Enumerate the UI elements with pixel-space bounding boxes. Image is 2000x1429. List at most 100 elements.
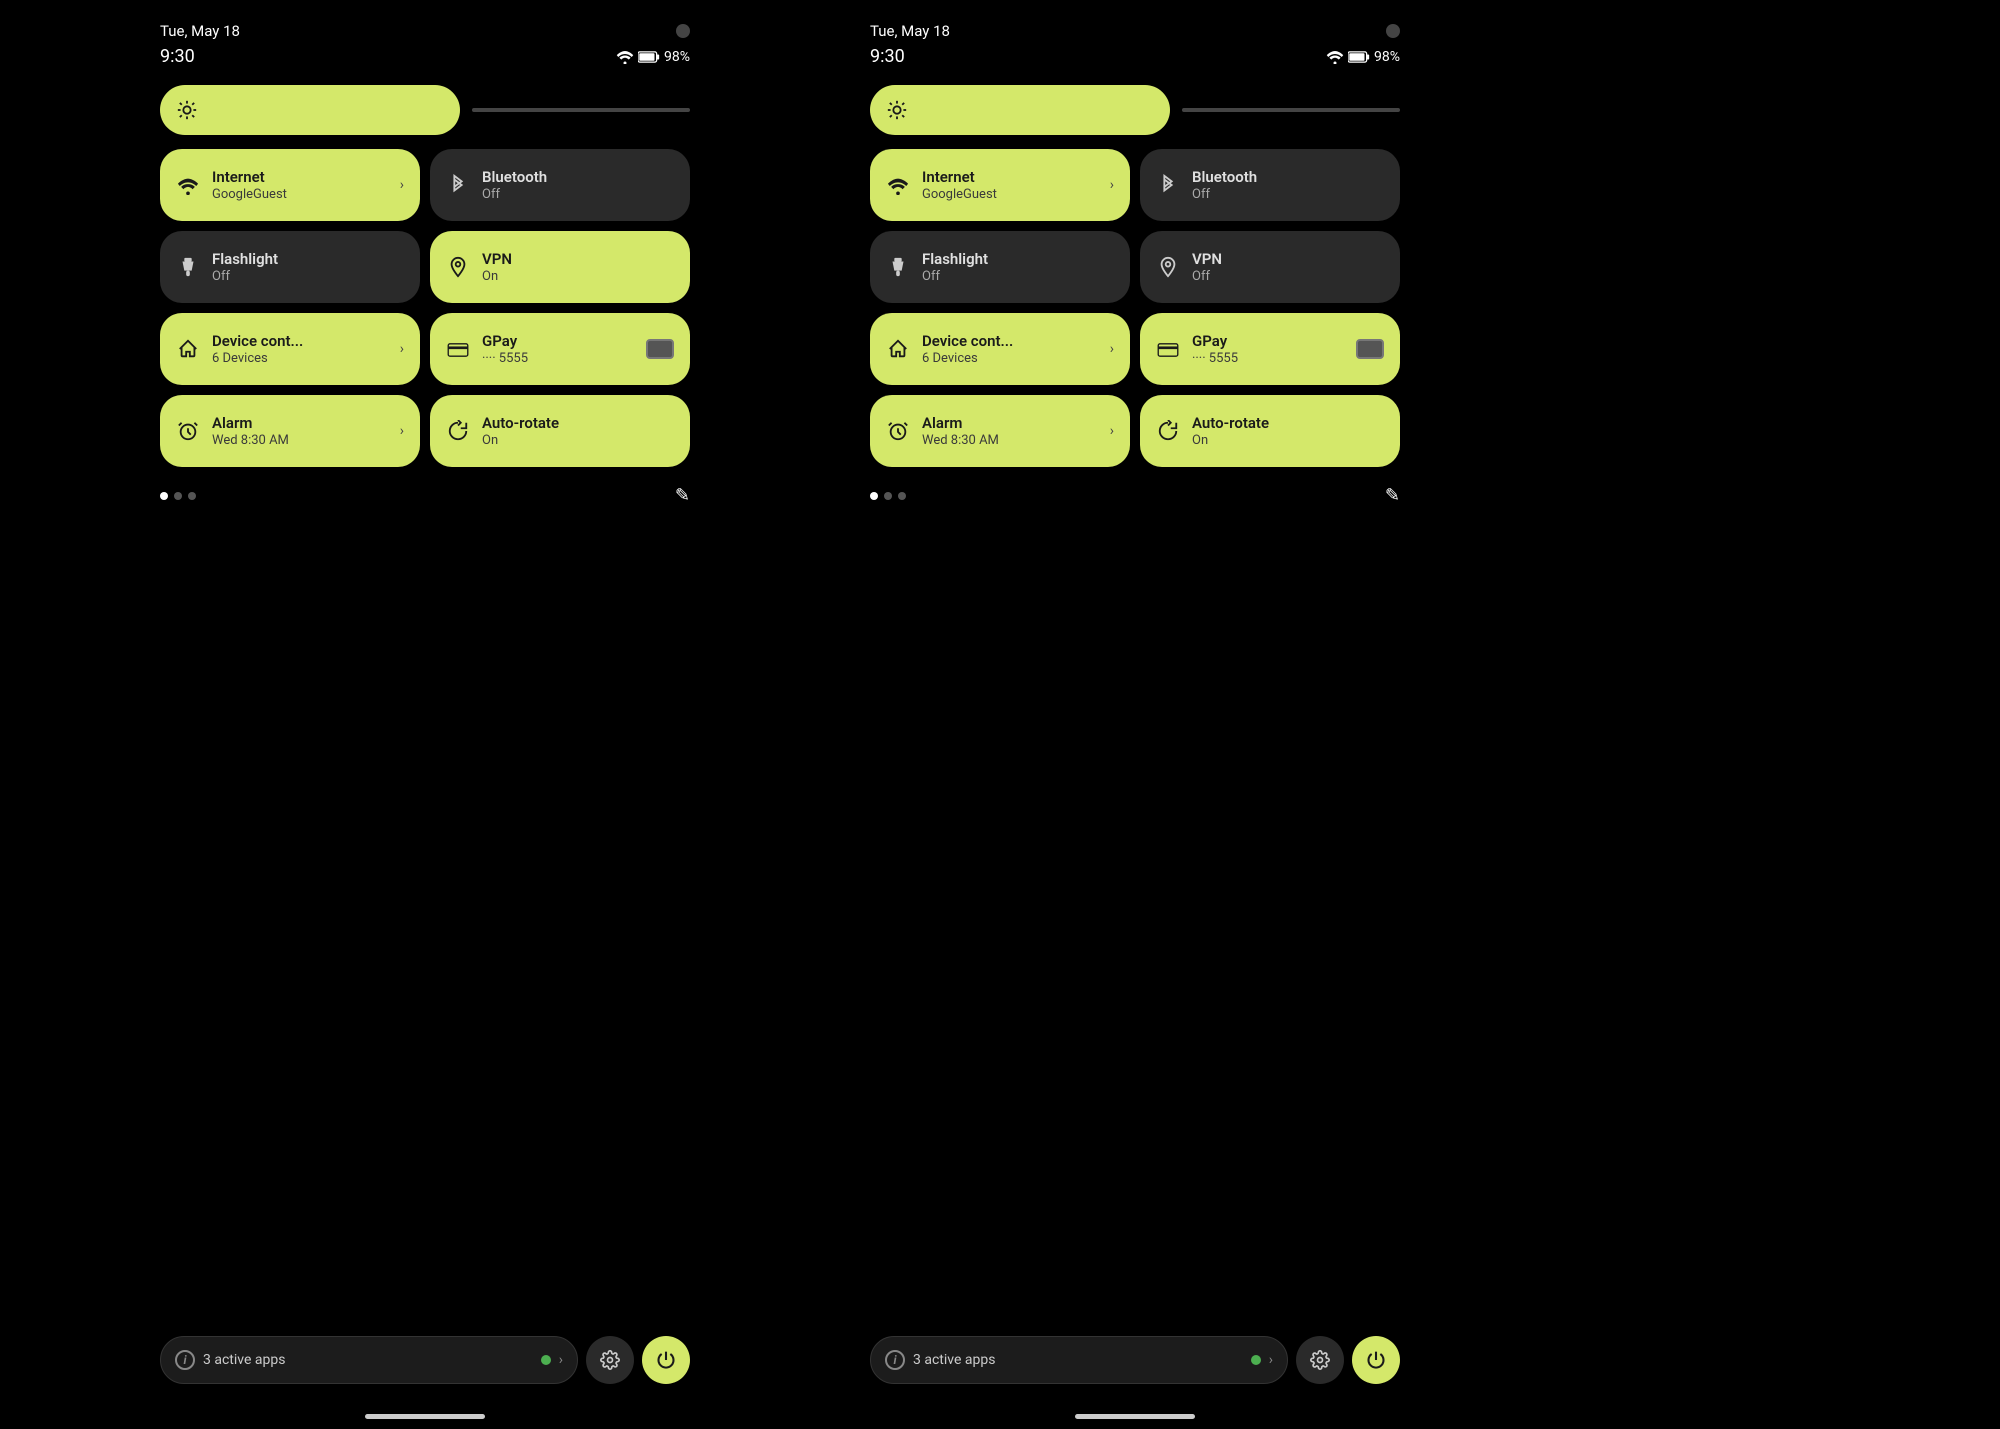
tile-text: GPay ···· 5555 [1192, 332, 1344, 366]
alarm-tile-icon [176, 420, 200, 442]
tile-internet[interactable]: Internet GoogleGuest › [870, 149, 1130, 221]
home-indicator[interactable] [365, 1414, 485, 1419]
dot-1 [870, 492, 878, 500]
tile-text: VPN On [482, 250, 674, 284]
settings-button[interactable] [1296, 1336, 1344, 1384]
tile-internet[interactable]: Internet GoogleGuest › [160, 149, 420, 221]
tile-subtitle: On [482, 433, 674, 448]
pagination-row: ✎ [160, 477, 690, 524]
tile-vpn[interactable]: VPN On [430, 231, 690, 303]
status-time: 9:30 [160, 46, 195, 67]
tile-device-control[interactable]: Device cont... 6 Devices › [160, 313, 420, 385]
brightness-slider[interactable] [1182, 108, 1400, 112]
tile-text: Device cont... 6 Devices [212, 332, 388, 366]
alarm-tile-icon [886, 420, 910, 442]
home-tile-icon [886, 338, 910, 360]
battery-percent: 98% [664, 49, 690, 65]
active-apps-green-dot [1251, 1355, 1261, 1365]
battery-icon [1348, 51, 1370, 63]
brightness-icon [886, 99, 908, 121]
gpay-tile-icon [446, 339, 470, 360]
tile-subtitle: 6 Devices [922, 351, 1098, 366]
info-icon: i [885, 1350, 905, 1370]
tile-device-control[interactable]: Device cont... 6 Devices › [870, 313, 1130, 385]
tile-text: VPN Off [1192, 250, 1384, 284]
tile-subtitle: GoogleGuest [922, 187, 1098, 202]
camera-indicator [1386, 24, 1400, 38]
active-apps-pill[interactable]: i 3 active apps › [870, 1336, 1288, 1384]
home-indicator[interactable] [1075, 1414, 1195, 1419]
tile-vpn[interactable]: VPN Off [1140, 231, 1400, 303]
tile-subtitle: ···· 5555 [482, 351, 634, 366]
tile-autorotate[interactable]: Auto-rotate On [1140, 395, 1400, 467]
power-button[interactable] [1352, 1336, 1400, 1384]
tile-gpay[interactable]: GPay ···· 5555 [1140, 313, 1400, 385]
pagination-dots [160, 492, 196, 500]
status-icons: 98% [616, 49, 690, 65]
battery-icon [638, 51, 660, 63]
brightness-pill[interactable] [160, 85, 460, 135]
tile-title: Alarm [212, 414, 388, 432]
tile-subtitle: Off [1192, 187, 1384, 202]
tile-title: Internet [922, 168, 1098, 186]
tile-text: Bluetooth Off [482, 168, 674, 202]
tile-alarm[interactable]: Alarm Wed 8:30 AM › [160, 395, 420, 467]
tile-title: Alarm [922, 414, 1098, 432]
wifi-status-icon [616, 50, 634, 64]
status-time: 9:30 [870, 46, 905, 67]
active-apps-text: 3 active apps [913, 1352, 1243, 1368]
pagination-row: ✎ [870, 477, 1400, 524]
active-apps-pill[interactable]: i 3 active apps › [160, 1336, 578, 1384]
status-icons: 98% [1326, 49, 1400, 65]
app-container: Tue, May 18 9:30 98% [0, 0, 2000, 1429]
tile-title: Internet [212, 168, 388, 186]
bottom-bar: i 3 active apps › [870, 1336, 1400, 1414]
phone-panel-left: Tue, May 18 9:30 98% [100, 0, 750, 1429]
vpn-tile-icon [446, 256, 470, 278]
apps-chevron-icon: › [559, 1352, 563, 1368]
edit-icon[interactable]: ✎ [675, 485, 690, 506]
tile-title: Bluetooth [482, 168, 674, 186]
tile-chevron: › [1110, 341, 1114, 357]
brightness-row[interactable] [870, 85, 1400, 135]
edit-icon[interactable]: ✎ [1385, 485, 1400, 506]
status-bar-bottom: 9:30 98% [160, 46, 690, 85]
spacer [160, 524, 690, 1336]
tile-subtitle: Wed 8:30 AM [212, 433, 388, 448]
brightness-pill[interactable] [870, 85, 1170, 135]
tile-bluetooth[interactable]: Bluetooth Off [1140, 149, 1400, 221]
tile-title: Bluetooth [1192, 168, 1384, 186]
tile-autorotate[interactable]: Auto-rotate On [430, 395, 690, 467]
tile-chevron: › [400, 423, 404, 439]
tile-text: GPay ···· 5555 [482, 332, 634, 366]
tile-gpay[interactable]: GPay ···· 5555 [430, 313, 690, 385]
dot-3 [898, 492, 906, 500]
tile-title: GPay [1192, 332, 1344, 350]
tile-title: Auto-rotate [1192, 414, 1384, 432]
card-chip [1356, 339, 1384, 359]
settings-button[interactable] [586, 1336, 634, 1384]
tile-text: Device cont... 6 Devices [922, 332, 1098, 366]
brightness-slider[interactable] [472, 108, 690, 112]
tile-title: VPN [1192, 250, 1384, 268]
active-apps-green-dot [541, 1355, 551, 1365]
tile-chevron: › [1110, 177, 1114, 193]
bottom-bar: i 3 active apps › [160, 1336, 690, 1414]
power-icon [656, 1350, 676, 1370]
tile-alarm[interactable]: Alarm Wed 8:30 AM › [870, 395, 1130, 467]
vpn-tile-icon [1156, 256, 1180, 278]
tile-flashlight[interactable]: Flashlight Off [160, 231, 420, 303]
tile-flashlight[interactable]: Flashlight Off [870, 231, 1130, 303]
flashlight-tile-icon [886, 256, 910, 278]
tile-bluetooth[interactable]: Bluetooth Off [430, 149, 690, 221]
brightness-row[interactable] [160, 85, 690, 135]
wifi-status-icon [1326, 50, 1344, 64]
status-bar-top: Tue, May 18 [160, 0, 690, 46]
dot-2 [174, 492, 182, 500]
dot-1 [160, 492, 168, 500]
pagination-dots [870, 492, 906, 500]
tile-title: GPay [482, 332, 634, 350]
power-button[interactable] [642, 1336, 690, 1384]
tile-subtitle: Off [482, 187, 674, 202]
brightness-icon [176, 99, 198, 121]
